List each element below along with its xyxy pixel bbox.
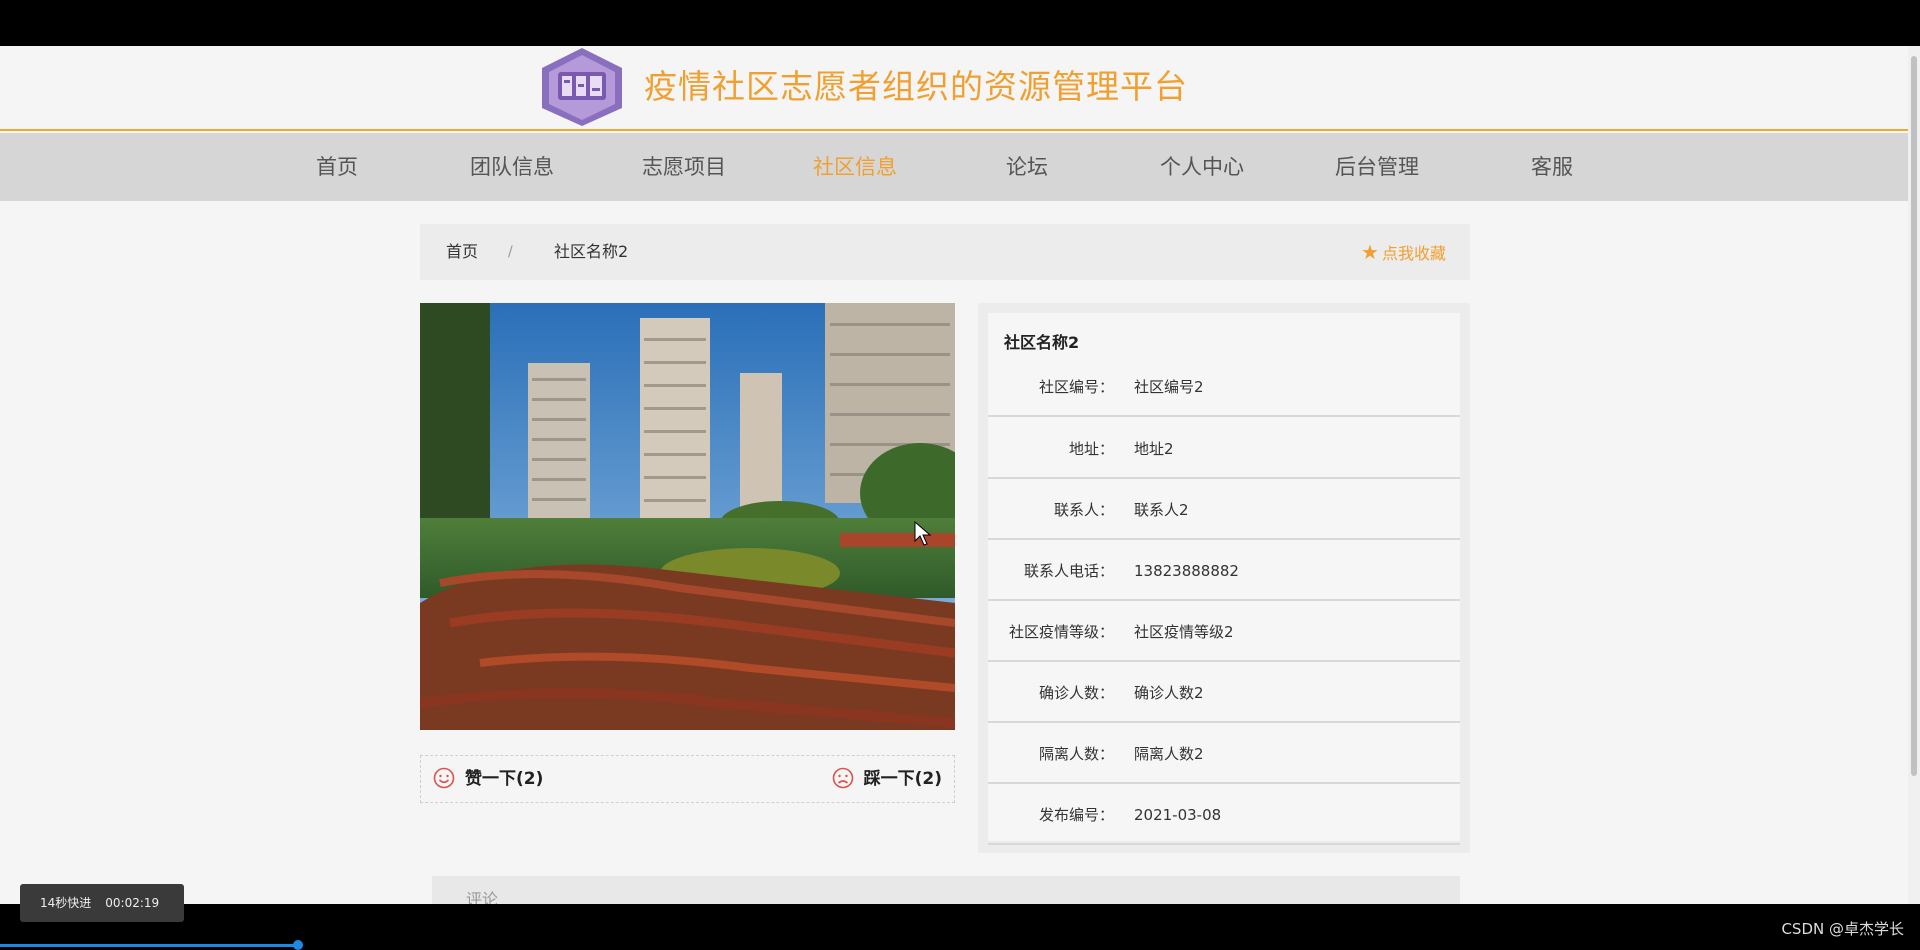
detail-value: 2021-03-08: [1134, 806, 1222, 824]
detail-row: 隔离人数： 隔离人数2: [988, 724, 1460, 784]
detail-row: 地址： 地址2: [988, 419, 1460, 479]
scrollbar-thumb[interactable]: [1911, 56, 1917, 776]
nav-item-team-info[interactable]: 团队信息: [437, 133, 587, 201]
breadcrumb-current: 社区名称2: [554, 242, 629, 261]
breadcrumb-separator: /: [508, 244, 513, 260]
detail-label: 隔离人数：: [1038, 745, 1114, 763]
nav-item-forum[interactable]: 论坛: [952, 133, 1102, 201]
detail-panel: 社区名称2 社区编号： 社区编号2 地址： 地址2 联系人： 联系人2 联系人电话： 1…: [978, 303, 1470, 853]
nav-item-home[interactable]: 首页: [262, 133, 412, 201]
nav-item-community-info[interactable]: 社区信息: [780, 133, 930, 201]
detail-value: 地址2: [1134, 440, 1174, 458]
community-photo: [420, 303, 955, 730]
video-speed-badge: 14秒快进 00:02:19: [20, 884, 184, 922]
star-icon: ★: [1361, 240, 1379, 264]
comments-header: 评论: [432, 876, 1460, 904]
detail-value: 联系人2: [1134, 501, 1189, 519]
video-progress-bar[interactable]: [0, 944, 300, 947]
dislike-label: 踩一下(2): [863, 769, 942, 789]
detail-value: 隔离人数2: [1134, 745, 1204, 763]
detail-row: 联系人： 联系人2: [988, 480, 1460, 540]
detail-value: 确诊人数2: [1134, 684, 1204, 702]
nav-item-volunteer-projects[interactable]: 志愿项目: [609, 133, 759, 201]
page: 疫情社区志愿者组织的资源管理平台 首页 团队信息 志愿项目 社区信息 论坛 个人…: [0, 46, 1908, 904]
breadcrumb: 首页 / 社区名称2 ★ 点我收藏: [420, 224, 1470, 280]
main-nav: 首页 团队信息 志愿项目 社区信息 论坛 个人中心 后台管理 客服: [0, 133, 1908, 201]
reaction-bar: 赞一下(2) 踩一下(2): [420, 755, 955, 803]
detail-value: 社区疫情等级2: [1134, 623, 1234, 641]
frown-icon: [832, 767, 853, 789]
top-black-bar: [0, 0, 1920, 46]
nav-item-customer-service[interactable]: 客服: [1477, 133, 1627, 201]
detail-label: 发布编号：: [1038, 806, 1114, 824]
detail-label: 地址：: [1068, 440, 1114, 458]
video-time: 00:02:19: [105, 896, 160, 910]
detail-row: 社区编号： 社区编号2: [988, 357, 1460, 417]
like-button[interactable]: 赞一下(2): [433, 756, 543, 802]
like-label: 赞一下(2): [465, 769, 544, 789]
detail-label: 社区疫情等级：: [1008, 623, 1114, 641]
hexagon-logo-icon[interactable]: [538, 46, 626, 126]
detail-row: 联系人电话： 13823888882: [988, 541, 1460, 601]
favorite-label: 点我收藏: [1381, 244, 1446, 263]
detail-row: 确诊人数： 确诊人数2: [988, 663, 1460, 723]
site-header: 疫情社区志愿者组织的资源管理平台: [0, 46, 1908, 131]
detail-row: 社区疫情等级： 社区疫情等级2: [988, 602, 1460, 662]
detail-label: 联系人：: [1053, 501, 1114, 519]
detail-row: 发布编号： 2021-03-08: [988, 785, 1460, 845]
breadcrumb-home-link[interactable]: 首页: [446, 224, 478, 280]
detail-title: 社区名称2: [1004, 333, 1080, 352]
video-progress-knob[interactable]: [293, 940, 303, 950]
detail-label: 社区编号：: [1038, 378, 1114, 396]
page-scrollbar[interactable]: [1908, 46, 1920, 904]
comments-label: 评论: [466, 890, 499, 904]
nav-item-personal-center[interactable]: 个人中心: [1127, 133, 1277, 201]
detail-card: 社区名称2 社区编号： 社区编号2 地址： 地址2 联系人： 联系人2 联系人电话： 1…: [988, 313, 1460, 845]
detail-value: 13823888882: [1134, 562, 1239, 580]
detail-label: 确诊人数：: [1038, 684, 1114, 702]
speed-label: 14秒快进: [40, 896, 92, 910]
site-title: 疫情社区志愿者组织的资源管理平台: [644, 67, 1188, 106]
detail-value: 社区编号2: [1134, 378, 1204, 396]
dislike-button[interactable]: 踩一下(2): [832, 756, 942, 802]
smile-icon: [433, 767, 455, 789]
mouse-cursor-icon: [914, 521, 932, 546]
nav-item-admin[interactable]: 后台管理: [1302, 133, 1452, 201]
favorite-button[interactable]: ★ 点我收藏: [1361, 224, 1446, 282]
csdn-watermark: CSDN @卓杰学长: [1781, 920, 1904, 938]
detail-label: 联系人电话：: [1023, 562, 1114, 580]
